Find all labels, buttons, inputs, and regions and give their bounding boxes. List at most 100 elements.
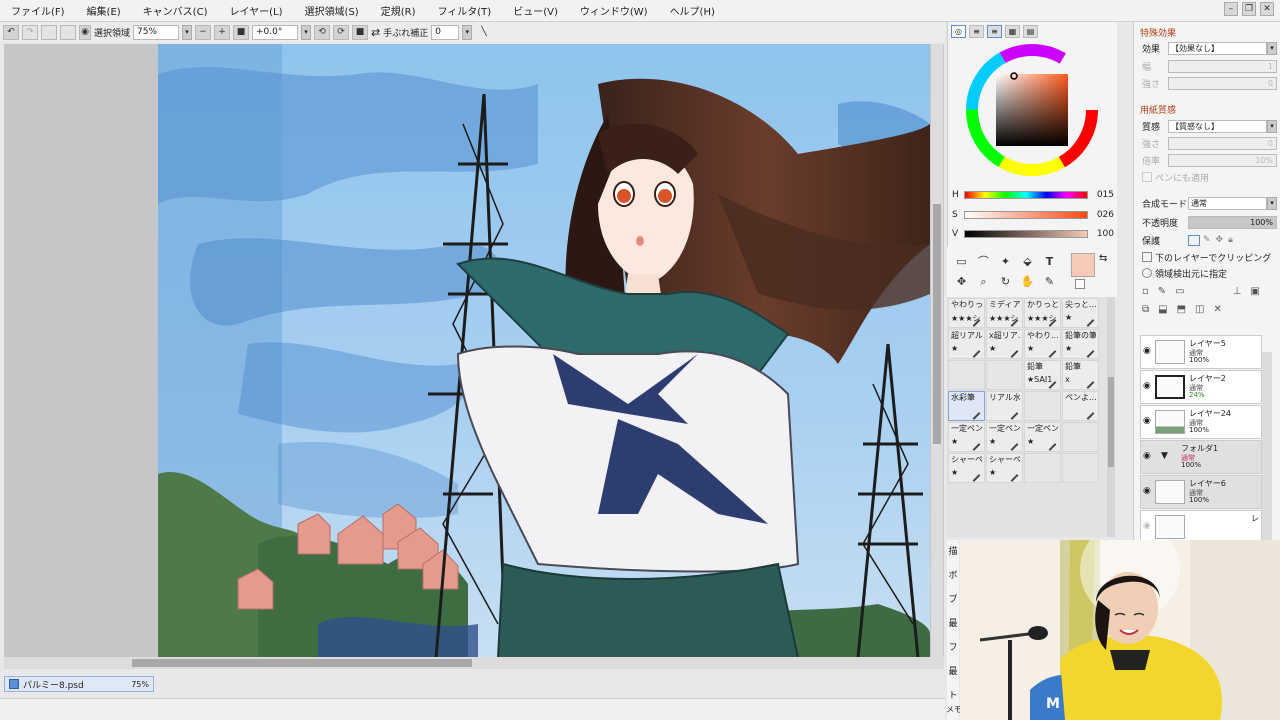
new-linework-icon[interactable]: ✎	[1158, 286, 1166, 297]
vertical-scroll-thumb[interactable]	[933, 204, 941, 444]
clear-layer-icon[interactable]: ◫	[1195, 304, 1204, 315]
layer-item[interactable]: ◉ レイヤー6 通常 100%	[1140, 475, 1262, 509]
brush-slot[interactable]: シャーペン ★	[986, 453, 1023, 483]
merge-down-icon[interactable]: ⬒	[1177, 304, 1186, 315]
brush-slot[interactable]	[1024, 391, 1061, 421]
rotate-icon[interactable]: ↻	[997, 273, 1014, 290]
delete-layer-icon[interactable]: ✕	[1214, 304, 1222, 315]
eye-icon[interactable]: ◉	[1143, 381, 1151, 391]
pressure-icon[interactable]: ╲	[481, 27, 486, 37]
saturation-bar[interactable]	[964, 211, 1088, 219]
menu-file[interactable]: ファイル(F)	[0, 3, 76, 18]
brush-slot[interactable]: ペンよ...	[1062, 391, 1099, 421]
magic-wand-icon[interactable]: ✦	[997, 253, 1014, 270]
canvas-viewport[interactable]	[4, 44, 944, 658]
move-icon[interactable]: ✥	[953, 273, 970, 290]
stabilizer-dropdown-icon[interactable]: ▾	[462, 24, 473, 40]
opacity-slider[interactable]: 100%	[1188, 215, 1277, 229]
hue-bar[interactable]	[964, 191, 1088, 199]
brush-slot[interactable]: シャーペン ★	[948, 453, 985, 483]
brush-slot[interactable]: 尖っと... ★	[1062, 298, 1099, 328]
layer-menu-icon[interactable]: ▣	[1250, 286, 1259, 297]
brush-slot[interactable]: ミディア...★★★シ	[986, 298, 1023, 328]
menu-edit[interactable]: 編集(E)	[76, 3, 132, 18]
effect-select[interactable]: 【効果なし】	[1168, 41, 1267, 55]
clipping-row[interactable]: 下のレイヤーでクリッピング	[1142, 250, 1277, 264]
eye-icon[interactable]: ◉	[1143, 346, 1151, 356]
eye-icon[interactable]: ◉	[1143, 451, 1151, 461]
brush-scroll-thumb[interactable]	[1108, 377, 1114, 467]
rotate-reset-button[interactable]: ■	[352, 24, 369, 40]
brush-slot[interactable]: 超リアル... ★	[948, 329, 985, 359]
protect-lock-icon[interactable]: 🔒︎	[1228, 235, 1233, 245]
blend-dropdown-icon[interactable]: ▾	[1267, 196, 1277, 210]
protect-brush-icon[interactable]: ✎	[1203, 235, 1211, 245]
brush-slot[interactable]: 鉛筆の筆 ★	[1062, 329, 1099, 359]
eye-icon[interactable]: ◉	[1143, 521, 1151, 531]
brush-slot[interactable]: 鉛筆 x	[1062, 360, 1099, 390]
value-bar[interactable]	[964, 230, 1088, 238]
redo-icon[interactable]: ↷	[22, 24, 38, 40]
apply-to-pen-checkbox[interactable]	[1142, 172, 1152, 182]
fill-icon[interactable]: ⬙	[1019, 253, 1036, 270]
brush-slot[interactable]	[948, 360, 985, 390]
brush-slot[interactable]: 一定ペン ★	[948, 422, 985, 452]
protect-alpha-icon[interactable]	[1188, 234, 1200, 246]
layer-item[interactable]: ◉ レイヤー2 通常 24%	[1140, 370, 1262, 404]
saturation-value[interactable]: 026	[1088, 210, 1114, 220]
rotate-left-button[interactable]: ⟲	[314, 24, 331, 40]
brush-slot[interactable]: 水彩筆	[948, 391, 985, 421]
folder-item[interactable]: ◉ ▼ フォルダ1 通常 100%	[1140, 440, 1262, 474]
eyedropper-icon[interactable]: ✎	[1041, 273, 1058, 290]
source-row[interactable]: 領域検出元に指定	[1142, 266, 1277, 280]
blend-mode-select[interactable]: 通常	[1188, 196, 1267, 210]
saturation-slider[interactable]: S 026	[952, 208, 1117, 222]
brush-slot[interactable]	[986, 360, 1023, 390]
horizontal-scrollbar[interactable]	[4, 657, 944, 669]
eye-icon[interactable]: ◉	[1143, 486, 1151, 496]
copy-layer-icon[interactable]: ⧉	[1142, 304, 1149, 315]
selection-view-icon[interactable]: ◉	[79, 24, 91, 40]
brush-slot[interactable]: 一定ペン ★	[986, 422, 1023, 452]
restore-icon[interactable]: ❐	[1242, 2, 1256, 16]
transparent-color-icon[interactable]	[1075, 279, 1085, 289]
layer-item[interactable]: ◉ レ	[1140, 510, 1262, 544]
texture-dropdown-icon[interactable]: ▾	[1267, 119, 1277, 133]
hue-value[interactable]: 015	[1088, 190, 1114, 200]
texture-scale-field[interactable]: 10%	[1168, 153, 1277, 167]
value-value[interactable]: 100	[1088, 229, 1114, 239]
color-wheel-tab-icon[interactable]: ◎	[951, 25, 966, 38]
color-wheel[interactable]	[964, 42, 1100, 178]
zoom-in-button[interactable]: +	[214, 24, 231, 40]
rotation-dropdown-icon[interactable]: ▾	[301, 24, 312, 40]
brush-slot[interactable]: リアル水彩	[986, 391, 1023, 421]
stabilizer-field[interactable]: 0	[431, 24, 460, 40]
rotate-right-button[interactable]: ⟳	[333, 24, 350, 40]
folder-expand-icon[interactable]: ▼	[1161, 451, 1168, 461]
scratchpad-tab-icon[interactable]: ▤	[1023, 25, 1038, 38]
brush-slot[interactable]	[1062, 453, 1099, 483]
swatch-tab-icon[interactable]: ▦	[1005, 25, 1020, 38]
zoom-out-button[interactable]: −	[195, 24, 212, 40]
layer-item[interactable]: ◉ レイヤー24 通常 100%	[1140, 405, 1262, 439]
brush-slot[interactable]: 鉛筆 ★SAI1	[1024, 360, 1061, 390]
menu-help[interactable]: ヘルプ(H)	[659, 3, 726, 18]
rgb-slider-tab-icon[interactable]: ≡	[969, 25, 984, 38]
hand-icon[interactable]: ✋	[1019, 273, 1036, 290]
brush-slot[interactable]: x超リア... ★	[986, 329, 1023, 359]
brush-slot[interactable]: 一定ペン ★	[1024, 422, 1061, 452]
undo-icon[interactable]: ↶	[3, 24, 19, 40]
menu-layer[interactable]: レイヤー(L)	[218, 3, 293, 18]
foreground-color-swatch[interactable]	[1071, 253, 1095, 277]
minimize-icon[interactable]: –	[1224, 2, 1238, 16]
menu-filter[interactable]: フィルタ(T)	[426, 3, 502, 18]
lasso-icon[interactable]: ⌒	[975, 253, 992, 270]
zoom-dropdown-icon[interactable]: ▾	[182, 24, 193, 40]
effect-dropdown-icon[interactable]: ▾	[1267, 41, 1277, 55]
zoom-field[interactable]: 75%	[133, 24, 180, 40]
horizontal-scroll-thumb[interactable]	[132, 659, 472, 667]
layer-scrollbar[interactable]	[1262, 352, 1272, 562]
eye-icon[interactable]: ◉	[1143, 416, 1151, 426]
hue-slider[interactable]: H 015	[952, 188, 1117, 202]
artwork-canvas[interactable]	[158, 44, 930, 658]
